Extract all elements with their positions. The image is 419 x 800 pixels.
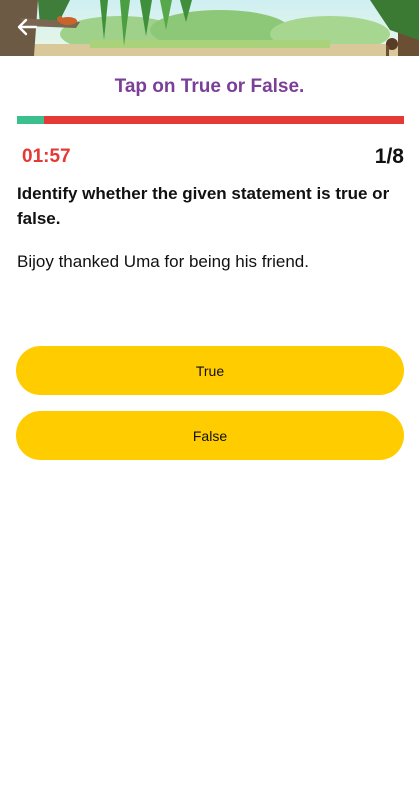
true-button[interactable]: True: [16, 346, 404, 395]
back-button[interactable]: [14, 14, 42, 40]
header-banner-illustration: [0, 0, 419, 56]
progress-fill: [17, 116, 45, 124]
question-statement: Bijoy thanked Uma for being his friend.: [17, 252, 309, 271]
true-button-label: True: [195, 362, 225, 379]
timer: 01:57: [22, 146, 71, 167]
question-counter: 1/8: [374, 145, 404, 168]
progress-bar: [17, 116, 404, 124]
false-button[interactable]: False: [16, 411, 404, 460]
question-instruction: Identify whether the given statement is …: [17, 184, 390, 228]
arrow-left-icon: [17, 18, 38, 36]
page-title: Tap on True or False.: [114, 76, 305, 97]
false-button-label: False: [192, 427, 228, 444]
